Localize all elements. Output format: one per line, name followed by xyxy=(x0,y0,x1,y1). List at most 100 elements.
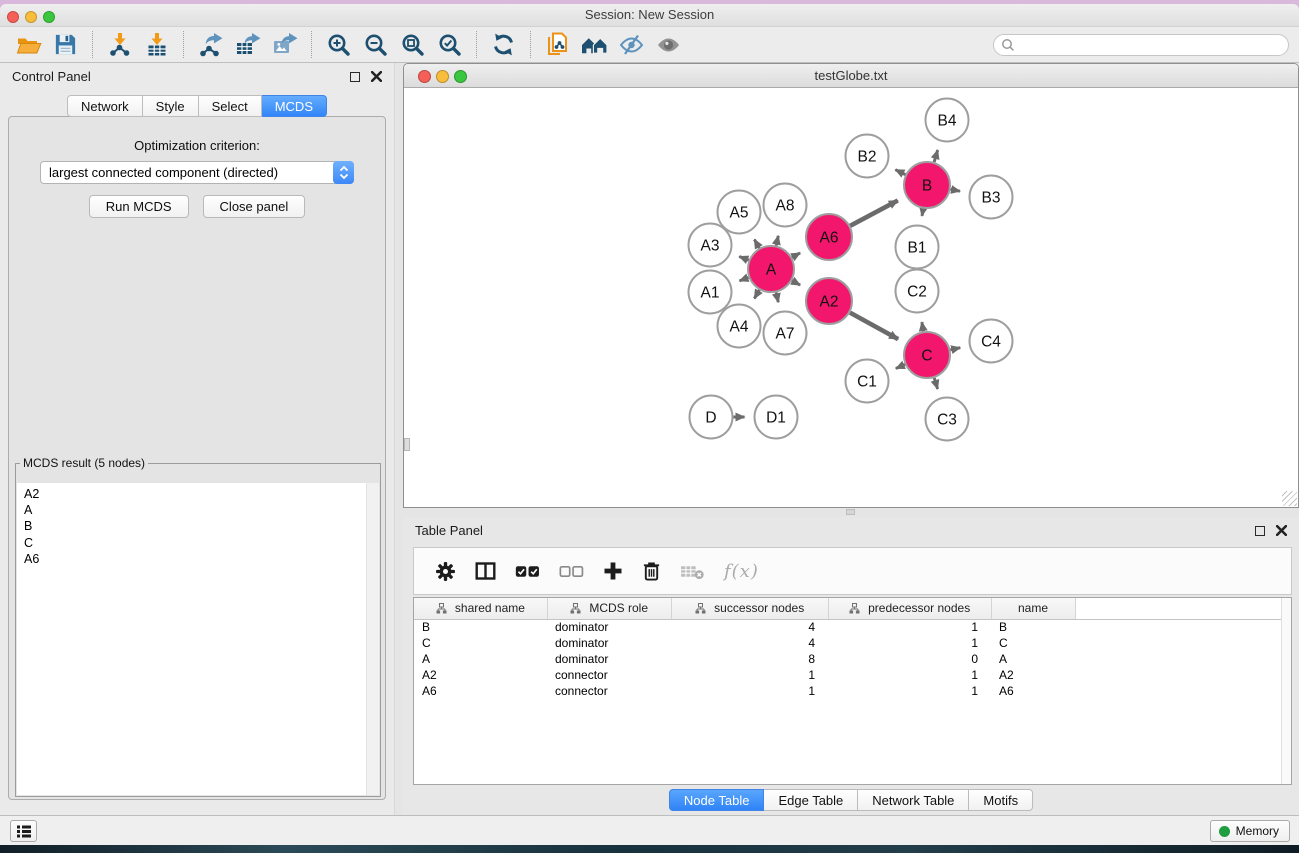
cell[interactable]: connector xyxy=(547,683,671,699)
cell[interactable]: A xyxy=(414,651,547,667)
graph-node-A7[interactable]: A7 xyxy=(764,312,807,355)
show-graphics-details-button[interactable] xyxy=(650,30,687,60)
zoom-selected-button[interactable] xyxy=(431,30,468,60)
cell[interactable]: C xyxy=(991,635,1075,651)
cell[interactable]: A6 xyxy=(414,683,547,699)
mcds-result-item[interactable]: C xyxy=(24,535,379,551)
cell[interactable]: 4 xyxy=(671,635,828,651)
cell[interactable]: B xyxy=(414,619,547,635)
cell[interactable]: 1 xyxy=(671,683,828,699)
cell[interactable]: A xyxy=(991,651,1075,667)
minimize-window-button[interactable] xyxy=(25,11,37,23)
graph-edge-B-B4[interactable] xyxy=(934,150,938,162)
cell[interactable]: 4 xyxy=(671,619,828,635)
reset-view-button[interactable] xyxy=(576,30,613,60)
cell[interactable]: 1 xyxy=(828,667,991,683)
graph-node-C[interactable]: C xyxy=(904,332,950,378)
graph-edge-A-A6[interactable] xyxy=(792,253,800,258)
import-network-button[interactable] xyxy=(101,30,138,60)
graph-edge-A2-C[interactable] xyxy=(850,313,898,340)
search-field[interactable] xyxy=(993,34,1289,56)
graph-node-A[interactable]: A xyxy=(748,246,794,292)
task-history-button[interactable] xyxy=(10,820,37,842)
tab-mcds[interactable]: MCDS xyxy=(262,95,327,117)
function-builder-button[interactable]: f(x) xyxy=(724,561,759,582)
mcds-result-item[interactable]: A6 xyxy=(24,551,379,567)
import-table-button[interactable] xyxy=(138,30,175,60)
table-row[interactable]: Cdominator41C xyxy=(414,635,1291,651)
graph-node-A8[interactable]: A8 xyxy=(764,184,807,227)
graph-node-B4[interactable]: B4 xyxy=(926,99,969,142)
graph-edge-C-C4[interactable] xyxy=(950,348,960,350)
close-panel-icon[interactable] xyxy=(371,71,382,82)
cell[interactable]: A2 xyxy=(991,667,1075,683)
clone-network-button[interactable] xyxy=(539,30,576,60)
close-panel-button[interactable]: Close panel xyxy=(203,195,306,218)
graph-edge-C-C2[interactable] xyxy=(922,322,923,331)
graph-node-A4[interactable]: A4 xyxy=(718,305,761,348)
graph-node-D1[interactable]: D1 xyxy=(755,396,798,439)
table-row[interactable]: A2connector11A2 xyxy=(414,667,1291,683)
mcds-result-item[interactable]: B xyxy=(24,518,379,534)
float-table-panel-button[interactable] xyxy=(1255,526,1265,536)
graph-edge-A-A4[interactable] xyxy=(754,290,759,299)
graph-node-A5[interactable]: A5 xyxy=(718,191,761,234)
hide-graphics-details-button[interactable] xyxy=(613,30,650,60)
graph-edge-A-A5[interactable] xyxy=(754,240,759,249)
cell[interactable]: 1 xyxy=(828,635,991,651)
tab-edge-table[interactable]: Edge Table xyxy=(764,789,858,811)
select-all-button[interactable] xyxy=(515,564,540,579)
float-panel-button[interactable] xyxy=(350,72,360,82)
column-header-predecessor-nodes[interactable]: predecessor nodes xyxy=(828,598,991,619)
graph-node-B3[interactable]: B3 xyxy=(970,176,1013,219)
cell[interactable]: A2 xyxy=(414,667,547,683)
network-canvas[interactable]: B4B2BB3A5A8A6B1A3AA1C2A2A4A7C4CC1C3DD1 xyxy=(404,88,1298,507)
column-header-successor-nodes[interactable]: successor nodes xyxy=(671,598,828,619)
tab-motifs[interactable]: Motifs xyxy=(969,789,1033,811)
zoom-fit-button[interactable] xyxy=(394,30,431,60)
column-header-name[interactable]: name xyxy=(991,598,1075,619)
cell[interactable]: connector xyxy=(547,667,671,683)
open-session-button[interactable] xyxy=(10,30,47,60)
graph-node-C2[interactable]: C2 xyxy=(896,270,939,313)
apply-layout-button[interactable] xyxy=(485,30,522,60)
resize-grip[interactable] xyxy=(1282,491,1297,506)
cell[interactable]: 0 xyxy=(828,651,991,667)
cell[interactable]: 1 xyxy=(671,667,828,683)
graph-edge-A-A3[interactable] xyxy=(739,257,748,261)
run-mcds-button[interactable]: Run MCDS xyxy=(89,195,189,218)
graph-node-D[interactable]: D xyxy=(690,396,733,439)
deselect-all-button[interactable] xyxy=(559,564,584,579)
zoom-window-button[interactable] xyxy=(43,11,55,23)
search-input[interactable] xyxy=(1015,38,1288,52)
graph-node-B2[interactable]: B2 xyxy=(846,135,889,178)
zoom-network-window-button[interactable] xyxy=(454,70,467,83)
tab-node-table[interactable]: Node Table xyxy=(669,789,765,811)
cell[interactable]: dominator xyxy=(547,619,671,635)
memory-button[interactable]: Memory xyxy=(1210,820,1290,842)
graph-edge-A-A7[interactable] xyxy=(776,292,778,302)
graph-node-B1[interactable]: B1 xyxy=(896,226,939,269)
graph-node-A2[interactable]: A2 xyxy=(806,278,852,324)
create-column-button[interactable] xyxy=(603,561,623,581)
column-header-shared-name[interactable]: shared name xyxy=(414,598,547,619)
delete-column-button[interactable] xyxy=(642,560,661,582)
export-network-button[interactable] xyxy=(192,30,229,60)
graph-node-C3[interactable]: C3 xyxy=(926,398,969,441)
graph-edge-A6-B[interactable] xyxy=(850,201,898,226)
graph-node-A6[interactable]: A6 xyxy=(806,214,852,260)
close-network-window-button[interactable] xyxy=(418,70,431,83)
export-image-button[interactable] xyxy=(266,30,303,60)
cell[interactable]: dominator xyxy=(547,651,671,667)
save-session-button[interactable] xyxy=(47,30,84,60)
mcds-result-item[interactable]: A xyxy=(24,502,379,518)
cell[interactable]: dominator xyxy=(547,635,671,651)
table-settings-button[interactable] xyxy=(435,561,456,582)
export-table-button[interactable] xyxy=(229,30,266,60)
cell[interactable]: C xyxy=(414,635,547,651)
graph-edge-A-A8[interactable] xyxy=(776,236,778,246)
zoom-out-button[interactable] xyxy=(357,30,394,60)
zoom-in-button[interactable] xyxy=(320,30,357,60)
horizontal-splitter-handle[interactable] xyxy=(846,509,855,515)
graph-node-A3[interactable]: A3 xyxy=(689,224,732,267)
